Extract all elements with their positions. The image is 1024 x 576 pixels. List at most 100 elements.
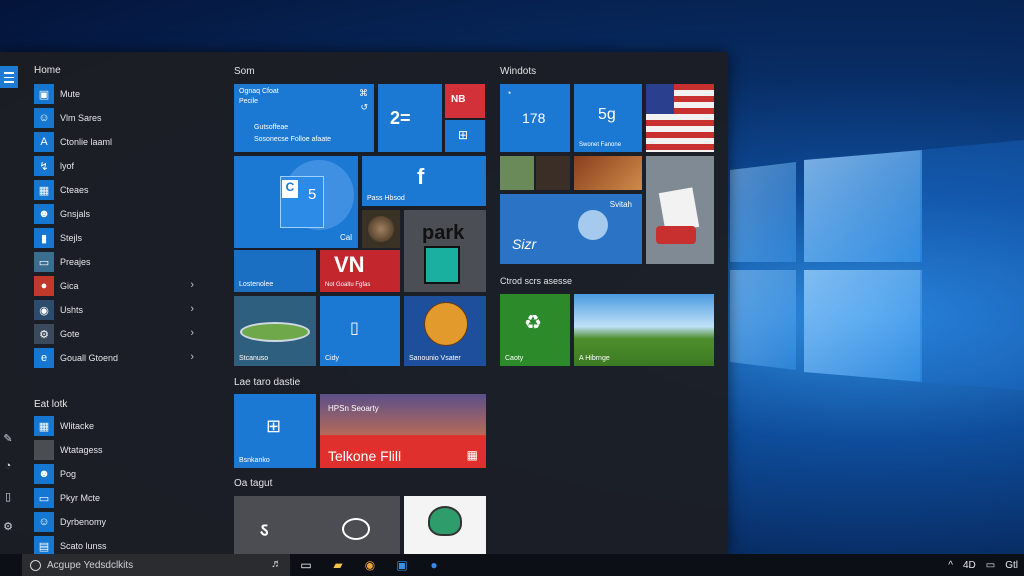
photo-tile[interactable]: [574, 156, 642, 190]
app-label: Gnsjals: [60, 209, 91, 219]
stadium-tile[interactable]: Stcanuso: [234, 296, 316, 366]
movies-tile[interactable]: HPSn Seoarty Telkone Flill ▦: [320, 394, 486, 468]
app-label: Mute: [60, 89, 81, 99]
app-label: Pkyr Mcte: [60, 493, 101, 503]
park-tile[interactable]: park: [404, 210, 486, 292]
people-icon: ☺: [34, 512, 54, 532]
system-tray: ^ 4D ▭ Gtl: [948, 554, 1018, 576]
calendar-label: Cal: [339, 233, 352, 242]
tray-label[interactable]: Gtl: [1005, 560, 1018, 571]
weather-tile[interactable]: ◔ 178: [500, 84, 570, 152]
mail-line: Pecile: [239, 98, 259, 105]
tile-label: Caoty: [505, 355, 524, 362]
app-item[interactable]: ▣ Mute: [34, 84, 204, 104]
task-view-icon[interactable]: ▭: [290, 554, 322, 576]
small-tile[interactable]: ⊞: [445, 120, 485, 152]
app-item[interactable]: e Gouall Gtoend ›: [34, 348, 204, 368]
mail-tile[interactable]: Ognaq Cfoat Pecile Gutsoffeae Sosonecse …: [234, 84, 374, 152]
chart-icon: ▦: [34, 180, 54, 200]
tile-group-title: Oa tagut: [234, 478, 273, 489]
app-item[interactable]: ● Gica ›: [34, 276, 204, 296]
app-item[interactable]: ▭ Preajes: [34, 252, 204, 272]
photo-icon: ▭: [34, 252, 54, 272]
chevron-right-icon[interactable]: ›: [190, 303, 194, 315]
photo-tile[interactable]: [362, 210, 400, 248]
documents-icon[interactable]: ▯: [0, 490, 16, 504]
game-icon: ●: [34, 276, 54, 296]
app-item[interactable]: ☻ Pog: [34, 464, 204, 484]
sizr-tile[interactable]: Sizr Svitah: [500, 194, 642, 264]
app-label: Scato lunss: [60, 541, 107, 551]
vn-tile[interactable]: VN Not Goaltu Fgfas: [320, 250, 400, 292]
device-tile[interactable]: [646, 156, 714, 264]
app-item[interactable]: A Ctonlie laaml: [34, 132, 204, 152]
globe-icon: ◉: [34, 300, 54, 320]
chevron-right-icon[interactable]: ›: [190, 327, 194, 339]
bolt-icon: ↯: [34, 156, 54, 176]
calendar-tile[interactable]: C 5 Cal: [234, 156, 358, 248]
photos-icon[interactable]: ◔: [0, 460, 16, 474]
hamburger-menu-icon[interactable]: [0, 66, 18, 88]
chevron-up-icon[interactable]: ^: [948, 560, 953, 571]
taskbar: Acgupe Yedsdclkits ♬ ▭ ▰ ◉ ▣ ● ^ 4D ▭ Gt…: [0, 554, 1024, 576]
app-item[interactable]: ▦ Cteaes: [34, 180, 204, 200]
emblem-tile[interactable]: [404, 496, 486, 554]
tile-group-title: Lae taro dastie: [234, 377, 301, 388]
city-tile[interactable]: ▯ Cidy: [320, 296, 400, 366]
tray-label[interactable]: 4D: [963, 560, 976, 571]
app-item[interactable]: ⚙ Gote ›: [34, 324, 204, 344]
tile-label: Stcanuso: [239, 355, 269, 362]
microphone-icon[interactable]: ♬: [271, 558, 282, 570]
photo-tile[interactable]: [500, 156, 534, 190]
basketball-tile[interactable]: Sanounio Vsater: [404, 296, 486, 366]
app-item[interactable]: Wtatagess: [34, 440, 204, 460]
recycle-icon: ♻: [524, 312, 542, 334]
search-icon: [30, 559, 41, 571]
tile-label: Bsnkanko: [239, 457, 270, 464]
flag-tile[interactable]: [646, 84, 714, 152]
chat-icon[interactable]: ▭: [986, 560, 995, 571]
chevron-right-icon[interactable]: ›: [190, 351, 194, 363]
app-item[interactable]: ▤ Scato lunss: [34, 536, 204, 556]
refresh-icon: ↺: [360, 102, 368, 112]
settings-icon[interactable]: ⚙: [0, 520, 16, 534]
windows-tile[interactable]: ⊞ Bsnkanko: [234, 394, 316, 468]
tile-label: Sanounio Vsater: [409, 355, 461, 362]
park-text: park: [422, 222, 465, 244]
edge-icon[interactable]: ●: [418, 554, 450, 576]
doc-icon: ▤: [34, 536, 54, 556]
app-label: Vlm Sares: [60, 113, 102, 123]
chrome-icon[interactable]: ◉: [354, 554, 386, 576]
search-box[interactable]: Acgupe Yedsdclkits ♬: [22, 554, 290, 576]
calculator-tile[interactable]: 2=: [378, 84, 442, 152]
facebook-tile[interactable]: f Pass Hbsod: [362, 156, 486, 206]
tile-label: A Hibrnge: [579, 355, 610, 362]
app-item[interactable]: ◉ Ushts ›: [34, 300, 204, 320]
file-explorer-icon[interactable]: ▰: [322, 554, 354, 576]
app-item[interactable]: ▦ Wlitacke: [34, 416, 204, 436]
app-tile[interactable]: ऽ: [234, 496, 400, 554]
app-label: Ushts: [60, 305, 84, 315]
app-label: Wtatagess: [60, 445, 103, 455]
mail-line: Gutsoffeae: [254, 124, 289, 131]
app-item[interactable]: ☺ Vlm Sares: [34, 108, 204, 128]
person-icon: ☻: [34, 204, 54, 224]
app-item[interactable]: ▮ Stejls: [34, 228, 204, 248]
tile-label: HPSn Seoarty: [328, 404, 379, 413]
weather-tile-2[interactable]: 5g Swonet Fanone: [574, 84, 642, 152]
app-label: Stejls: [60, 233, 83, 243]
start-button[interactable]: [0, 554, 22, 576]
app-item[interactable]: ☺ Dyrbenomy: [34, 512, 204, 532]
store-icon[interactable]: ▣: [386, 554, 418, 576]
chevron-right-icon[interactable]: ›: [190, 279, 194, 291]
pen-icon[interactable]: ✎: [0, 432, 16, 446]
news-icon: NB: [451, 94, 466, 105]
app-tile[interactable]: Lostenolee: [234, 250, 316, 292]
photo-tile[interactable]: [536, 156, 570, 190]
app-item[interactable]: ☻ Gnsjals: [34, 204, 204, 224]
store-tile[interactable]: ♻ Caoty: [500, 294, 570, 366]
news-tile[interactable]: NB: [445, 84, 485, 118]
app-item[interactable]: ▭ Pkyr Mcte: [34, 488, 204, 508]
landscape-tile[interactable]: A Hibrnge: [574, 294, 714, 366]
app-item[interactable]: ↯ lyof: [34, 156, 204, 176]
